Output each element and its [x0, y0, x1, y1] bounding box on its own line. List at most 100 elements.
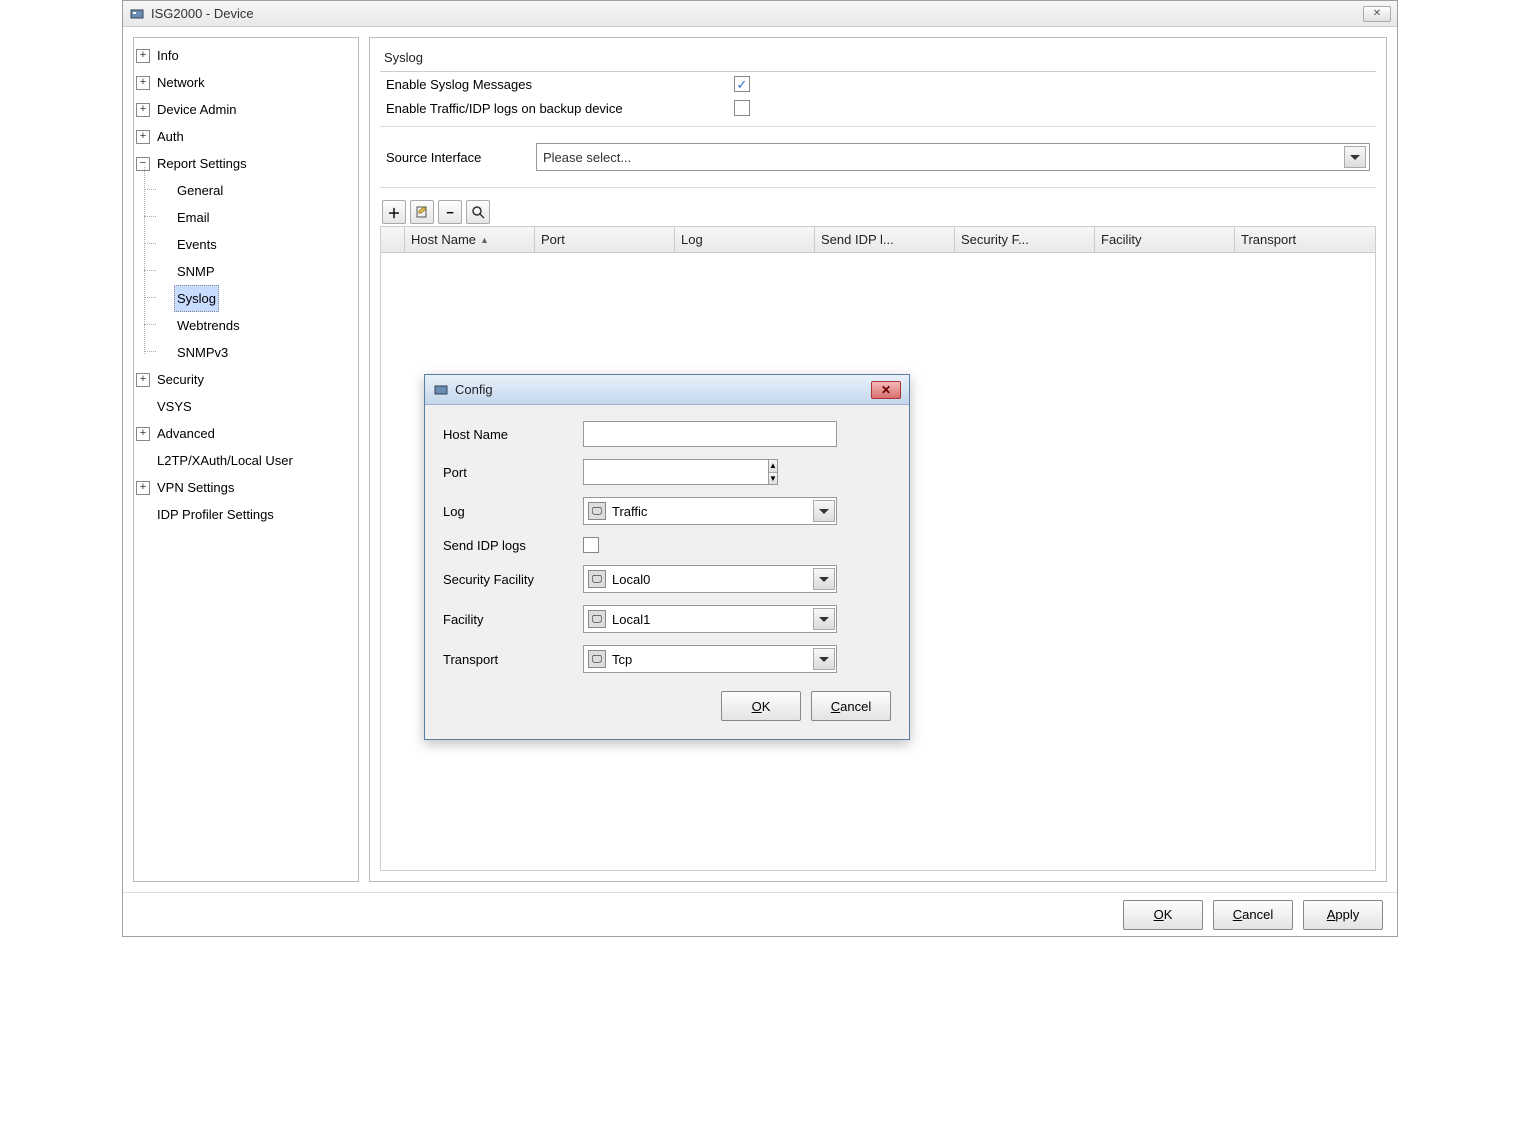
- spin-down-button[interactable]: ▼: [769, 473, 777, 485]
- tree-node-snmpv3[interactable]: SNMPv3: [156, 339, 356, 366]
- tree-item: + Network: [136, 69, 356, 96]
- dialog-ok-button[interactable]: OK: [721, 691, 801, 721]
- tree-spacer: [156, 346, 170, 360]
- apply-button[interactable]: Apply: [1303, 900, 1383, 930]
- table-col-log[interactable]: Log: [675, 227, 815, 252]
- tree-expander[interactable]: −: [136, 157, 150, 171]
- tree-node-idp-profiler-settings[interactable]: IDP Profiler Settings: [136, 501, 356, 528]
- tree-expander[interactable]: +: [136, 76, 150, 90]
- footer-button-bar: OK Cancel Apply: [123, 892, 1397, 936]
- nav-tree-panel: +Info+Network+Device Admin+Auth−Report S…: [133, 37, 359, 882]
- table-col-facility[interactable]: Facility: [1095, 227, 1235, 252]
- port-spinner[interactable]: ▲ ▼: [583, 459, 733, 485]
- tree-node-snmp[interactable]: SNMP: [156, 258, 356, 285]
- tree-item: VSYS: [136, 393, 356, 420]
- facility-label: Facility: [443, 612, 583, 627]
- tree-label: Auth: [154, 123, 187, 150]
- tree-node-security[interactable]: +Security: [136, 366, 356, 393]
- tree-node-advanced[interactable]: + Advanced: [136, 420, 356, 447]
- tree-label: VPN Settings: [154, 474, 237, 501]
- facility-select[interactable]: 🖵 Local1: [583, 605, 837, 633]
- table-col-send-idp[interactable]: Send IDP l...: [815, 227, 955, 252]
- tree-spacer: [156, 319, 170, 333]
- remove-button[interactable]: −: [438, 200, 462, 224]
- tree-node-device-admin[interactable]: +Device Admin: [136, 96, 356, 123]
- tree-node-general[interactable]: General: [156, 177, 356, 204]
- tree-node-vpn-settings[interactable]: + VPN Settings: [136, 474, 356, 501]
- dropdown-button[interactable]: [813, 568, 835, 590]
- dialog-titlebar[interactable]: Config ✕: [425, 375, 909, 405]
- port-input[interactable]: [583, 459, 768, 485]
- enable-syslog-checkbox[interactable]: [734, 76, 750, 92]
- send-idp-checkbox[interactable]: [583, 537, 599, 553]
- ok-button[interactable]: OK: [1123, 900, 1203, 930]
- cancel-button[interactable]: Cancel: [1213, 900, 1293, 930]
- table-col-security-facility[interactable]: Security F...: [955, 227, 1095, 252]
- transport-select[interactable]: 🖵 Tcp: [583, 645, 837, 673]
- divider: [380, 126, 1376, 127]
- tree-node-l2tp-xauth-local-user[interactable]: L2TP/XAuth/Local User: [136, 447, 356, 474]
- dropdown-button[interactable]: [813, 608, 835, 630]
- dialog-icon: [433, 382, 449, 398]
- tree-child-item: Syslog: [156, 285, 356, 312]
- source-interface-label: Source Interface: [386, 150, 516, 165]
- window-close-button[interactable]: ✕: [1363, 6, 1391, 22]
- dialog-cancel-button[interactable]: Cancel: [811, 691, 891, 721]
- tree-node-report-settings[interactable]: −Report Settings: [136, 150, 356, 177]
- app-icon: [129, 6, 145, 22]
- tree-node-info[interactable]: +Info: [136, 42, 356, 69]
- tree-node-network[interactable]: + Network: [136, 69, 356, 96]
- tree-node-syslog[interactable]: Syslog: [156, 285, 356, 312]
- dialog-button-row: OK Cancel: [443, 685, 891, 731]
- section-title: Syslog: [380, 44, 1376, 72]
- dropdown-button[interactable]: [813, 500, 835, 522]
- tree-node-events[interactable]: Events: [156, 231, 356, 258]
- tree-expander[interactable]: +: [136, 49, 150, 63]
- table-header: Host Name▲ Port Log Send IDP l... Securi…: [380, 227, 1376, 253]
- dialog-close-button[interactable]: ✕: [871, 381, 901, 399]
- table-col-port[interactable]: Port: [535, 227, 675, 252]
- add-button[interactable]: ＋: [382, 200, 406, 224]
- tree-expander[interactable]: +: [136, 481, 150, 495]
- transport-label: Transport: [443, 652, 583, 667]
- table-col-transport[interactable]: Transport: [1235, 227, 1375, 252]
- dropdown-button[interactable]: [813, 648, 835, 670]
- tree-child-item: SNMP: [156, 258, 356, 285]
- log-label: Log: [443, 504, 583, 519]
- tree-label: IDP Profiler Settings: [154, 501, 277, 528]
- dropdown-button[interactable]: [1344, 146, 1366, 168]
- tree-expander[interactable]: +: [136, 103, 150, 117]
- enable-traffic-idp-checkbox[interactable]: [734, 100, 750, 116]
- tree-node-auth[interactable]: + Auth: [136, 123, 356, 150]
- tree-label: VSYS: [154, 393, 195, 420]
- tree-child-item: General: [156, 177, 356, 204]
- security-facility-select[interactable]: 🖵 Local0: [583, 565, 837, 593]
- host-name-label: Host Name: [443, 427, 583, 442]
- tree-label: Network: [154, 69, 208, 96]
- transport-value: Tcp: [612, 652, 809, 667]
- tree-node-webtrends[interactable]: Webtrends: [156, 312, 356, 339]
- tree-label: Webtrends: [174, 312, 243, 339]
- tree-label: SNMP: [174, 258, 218, 285]
- monitor-icon: 🖵: [588, 502, 606, 520]
- source-interface-select[interactable]: Please select...: [536, 143, 1370, 171]
- search-button[interactable]: [466, 200, 490, 224]
- tree-expander[interactable]: +: [136, 427, 150, 441]
- tree-label: Events: [174, 231, 220, 258]
- tree-expander[interactable]: +: [136, 373, 150, 387]
- spin-up-button[interactable]: ▲: [769, 460, 777, 473]
- send-idp-label: Send IDP logs: [443, 538, 583, 553]
- log-select[interactable]: 🖵 Traffic: [583, 497, 837, 525]
- edit-button[interactable]: [410, 200, 434, 224]
- table-col-select[interactable]: [381, 227, 405, 252]
- tree-expander[interactable]: +: [136, 130, 150, 144]
- tree-label: Advanced: [154, 420, 218, 447]
- tree-node-email[interactable]: Email: [156, 204, 356, 231]
- tree-spacer: [156, 292, 170, 306]
- log-value: Traffic: [612, 504, 809, 519]
- chevron-down-icon: [819, 577, 829, 587]
- table-col-hostname[interactable]: Host Name▲: [405, 227, 535, 252]
- host-name-input[interactable]: [583, 421, 837, 447]
- tree-node-vsys[interactable]: VSYS: [136, 393, 356, 420]
- option-enable-syslog: Enable Syslog Messages: [380, 72, 1376, 96]
